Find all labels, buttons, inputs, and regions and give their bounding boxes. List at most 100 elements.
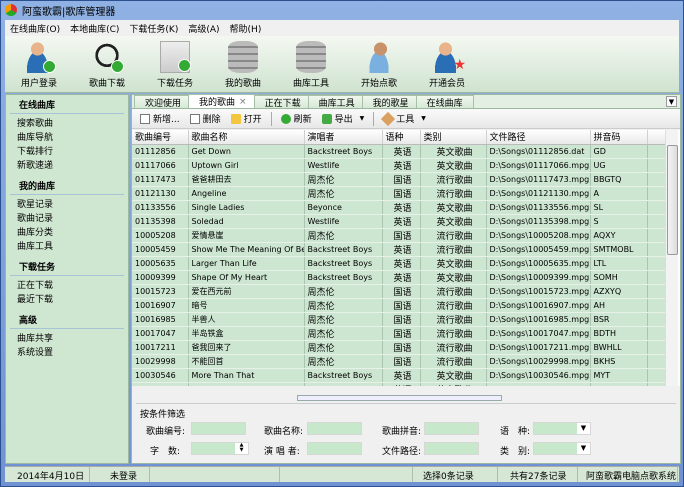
menu-item[interactable]: 帮助(H): [225, 22, 267, 35]
table-row[interactable]: 10016907 暗号 周杰伦 国语 流行歌曲 D:\Songs\10016907.mpg…: [132, 298, 666, 313]
table-cell: D:\Songs\10005208.mpg: [486, 228, 591, 243]
table-cell: 01112856: [132, 144, 189, 159]
sidebar-item[interactable]: 曲库工具: [6, 237, 128, 252]
table-row[interactable]: 10005635 Larger Than Life Backstreet Boys 英…: [132, 256, 666, 271]
table-cell-blank: [647, 144, 666, 159]
open-button[interactable]: 打开: [227, 112, 266, 125]
tab-1[interactable]: 我的歌曲 ×: [188, 94, 258, 108]
chars-stepper[interactable]: ▲ ▼: [191, 442, 249, 455]
table-row[interactable]: 10005208 爱情悬崖 周杰伦 国语 流行歌曲 D:\Songs\10005208.m…: [132, 228, 666, 243]
table-row[interactable]: 01117473 爸爸耕田去 周杰伦 国语 流行歌曲 D:\Songs\01117473.…: [132, 172, 666, 187]
table-cell: 英语: [382, 256, 421, 271]
table-cell: 10016985: [132, 312, 189, 327]
table-row[interactable]: 10015723 爱在西元前 周杰伦 国语 流行歌曲 D:\Songs\10015723.…: [132, 284, 666, 299]
category-select[interactable]: ▼: [533, 442, 591, 455]
sidebar-item[interactable]: 曲库导航: [6, 128, 128, 143]
table-row[interactable]: 10029998 不能回首 周杰伦 国语 流行歌曲 D:\Songs\10029998.m…: [132, 354, 666, 369]
tab-0[interactable]: 欢迎使用: [134, 95, 193, 109]
tab-4[interactable]: 我的歌星: [361, 95, 420, 109]
column-header[interactable]: 类别: [420, 130, 487, 145]
toolbar-button-2[interactable]: 下载任务: [141, 36, 209, 92]
table-row[interactable]: 10030546 More Than That Backstreet Boys 英语英…: [132, 368, 666, 383]
table-cell: 英文歌曲: [420, 214, 487, 229]
scrollbar-thumb[interactable]: [667, 145, 678, 255]
column-header[interactable]: 文件路径: [486, 130, 591, 145]
language-select[interactable]: ▼: [533, 422, 591, 435]
sidebar-item[interactable]: 下载排行: [6, 142, 128, 157]
table-cell: 10030546: [132, 368, 189, 383]
close-icon[interactable]: ×: [239, 97, 247, 107]
table-cell: 英语: [382, 158, 421, 173]
sidebar-item[interactable]: 曲库共享: [6, 329, 128, 344]
table-cell: 10005635: [132, 256, 189, 271]
toolbar-button-3[interactable]: 我的歌曲: [209, 36, 277, 92]
sidebar-item[interactable]: 正在下载: [6, 276, 128, 291]
table-cell: D:\Songs\10005459.mpg: [486, 242, 591, 257]
table-row[interactable]: 01121130 Angeline 周杰伦 国语 流行歌曲 D:\Songs\011211…: [132, 186, 666, 201]
delete-button[interactable]: 删除: [186, 112, 225, 125]
table-cell: 周杰伦: [304, 354, 383, 369]
table-row[interactable]: 10005459Show Me The Meaning Of Being Lon…: [132, 242, 666, 257]
tab-5[interactable]: 在线曲库: [415, 95, 474, 109]
column-header[interactable]: 语种: [382, 130, 421, 145]
song-name-input[interactable]: [307, 422, 362, 435]
tools-button[interactable]: 工具 ▼: [379, 111, 430, 126]
column-header[interactable]: 歌曲编号: [132, 130, 189, 145]
table-cell: 国语: [382, 172, 421, 187]
table-row[interactable]: 01135398 Soledad Westlife 英语 英文歌曲 D:\Songs\01…: [132, 214, 666, 229]
table-row[interactable]: 01117066 Uptown Girl Westlife 英语 英文歌曲 D:\Song…: [132, 158, 666, 173]
refresh-button[interactable]: 刷新: [277, 112, 316, 125]
table-row[interactable]: 10009399 Shape Of My Heart Backstreet Boys…: [132, 270, 666, 285]
table-row[interactable]: 10016985 半兽人 周杰伦 国语 流行歌曲 D:\Songs\10016985.mp…: [132, 312, 666, 327]
sidebar-item[interactable]: 最近下载: [6, 290, 128, 305]
pinyin-input[interactable]: [424, 422, 479, 435]
toolbar-button-5[interactable]: 开始点歌: [345, 36, 413, 92]
table-row[interactable]: 10030549As Long As You Love MeBackstreet…: [132, 382, 666, 386]
tab-2[interactable]: 正在下载: [253, 95, 312, 109]
sidebar-item[interactable]: 新歌速递: [6, 156, 128, 171]
singer-mic-icon: [364, 41, 394, 73]
table-cell-blank: [647, 340, 666, 355]
table-cell-blank: [647, 326, 666, 341]
song-id-input[interactable]: [191, 422, 246, 435]
database-gear-icon: [296, 41, 326, 73]
download-badge-icon: [111, 60, 124, 73]
table-cell: 01117473: [132, 172, 189, 187]
table-cell: D:\Songs\10030549.mpg: [486, 382, 591, 386]
toolbar-button-1[interactable]: 歌曲下载: [73, 36, 141, 92]
status-total: 共有27条记录: [498, 467, 578, 482]
export-button[interactable]: 导出 ▼: [318, 112, 369, 125]
menu-item[interactable]: 在线曲库(O): [5, 22, 65, 35]
headphones-download-icon: [92, 41, 124, 73]
table-cell: 01135398: [132, 214, 189, 229]
horizontal-scrollbar[interactable]: [297, 395, 502, 401]
path-input[interactable]: [424, 442, 479, 455]
sidebar-item[interactable]: 歌星记录: [6, 195, 128, 210]
table-cell: AH: [590, 298, 648, 313]
sidebar-item[interactable]: 搜索歌曲: [6, 114, 128, 129]
tab-list-dropdown[interactable]: ▼: [666, 96, 677, 107]
sidebar-item[interactable]: 歌曲记录: [6, 209, 128, 224]
toolbar-button-0[interactable]: 用户登录: [5, 36, 73, 92]
toolbar-button-6[interactable]: ★ 开通会员: [413, 36, 481, 92]
table-row[interactable]: 10017047 半岛铁盒 周杰伦 国语 流行歌曲 D:\Songs\10017047.m…: [132, 326, 666, 341]
menu-item[interactable]: 下载任务(K): [124, 22, 183, 35]
menu-item[interactable]: 本地曲库(C): [65, 22, 124, 35]
table-row[interactable]: 01112856 Get Down Backstreet Boys 英语 英文歌曲 D:\…: [132, 144, 666, 159]
sidebar-item[interactable]: 曲库分类: [6, 223, 128, 238]
sidebar-item[interactable]: 系统设置: [6, 343, 128, 358]
column-header[interactable]: 歌曲名称: [188, 130, 305, 145]
column-header[interactable]: 拼音码: [590, 130, 648, 145]
column-header[interactable]: 演唱者: [304, 130, 383, 145]
add-button[interactable]: 新增...: [136, 112, 184, 125]
menu-item[interactable]: 高级(A): [183, 22, 224, 35]
table-cell: 10005208: [132, 228, 189, 243]
table-cell: Uptown Girl: [188, 158, 305, 173]
tab-3[interactable]: 曲库工具: [307, 95, 366, 109]
table-row[interactable]: 10017211 爸我回来了 周杰伦 国语 流行歌曲 D:\Songs\10017211.…: [132, 340, 666, 355]
table-cell: Get Down: [188, 144, 305, 159]
table-row[interactable]: 01133556 Single Ladies Beyonce 英语 英文歌曲 D:\Son…: [132, 200, 666, 215]
singer-input[interactable]: [307, 442, 362, 455]
vertical-scrollbar[interactable]: [665, 130, 678, 386]
toolbar-button-4[interactable]: 曲库工具: [277, 36, 345, 92]
